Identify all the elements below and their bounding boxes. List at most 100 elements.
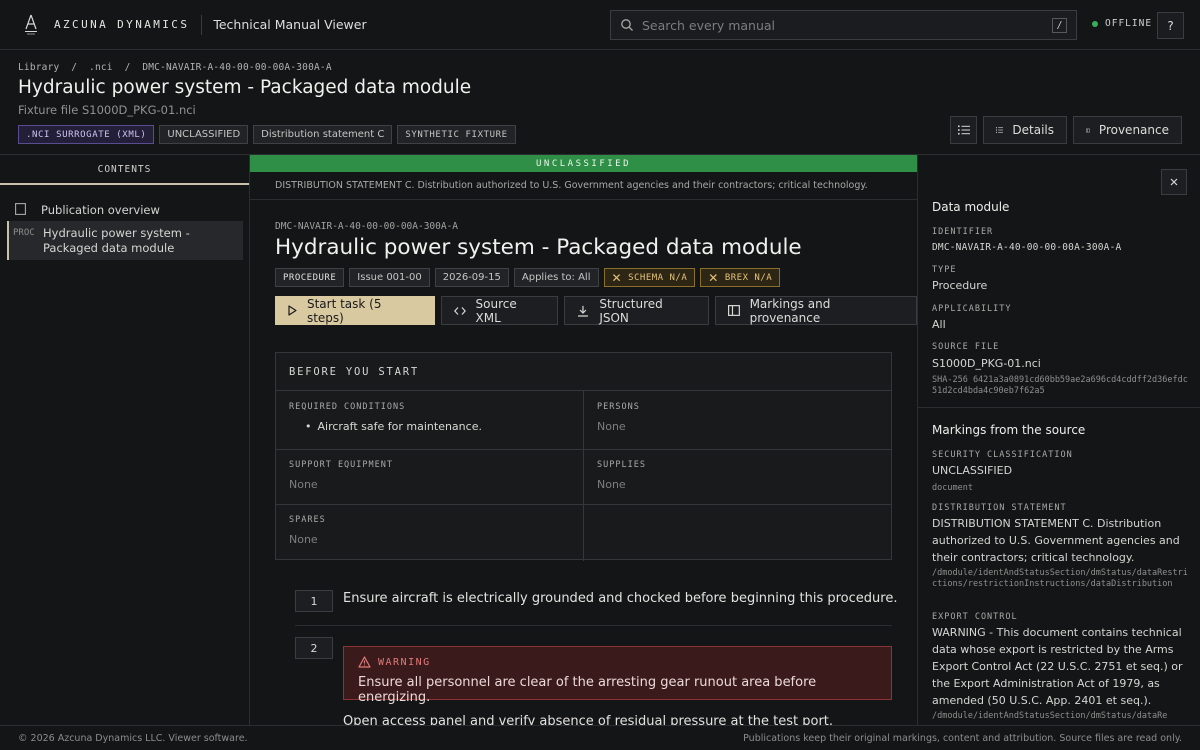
x-icon: ✕ <box>611 270 623 285</box>
source-file-value: S1000D_PKG-01.nci <box>932 357 1041 370</box>
sidebar-item-procedure[interactable]: PROC Hydraulic power system - Packaged d… <box>7 221 243 260</box>
warning-callout: WARNING Ensure all personnel are clear o… <box>343 646 892 705</box>
proc-tag: PROC <box>13 228 35 238</box>
support-equipment-cell: SUPPORT EQUIPMENT None <box>276 449 406 502</box>
play-icon <box>288 305 297 316</box>
cell-value: None <box>597 420 626 433</box>
start-task-button[interactable]: Start task (5 steps) <box>275 296 435 325</box>
brex-badge: ✕ BREX N/A <box>700 268 781 287</box>
dmc-code: DMC-NAVAIR-A-40-00-00-00A-300A-A <box>275 221 459 232</box>
search-shortcut-key: / <box>1052 17 1067 33</box>
cell-label: SUPPLIES <box>597 460 646 470</box>
module-badges: PROCEDURE Issue 001-00 2026-09-15 Applie… <box>275 268 781 287</box>
search-icon <box>621 19 633 31</box>
supplies-cell: SUPPLIES None <box>584 449 659 502</box>
main-content: UNCLASSIFIED DISTRIBUTION STATEMENT C. D… <box>250 155 917 725</box>
schema-badge-label: SCHEMA N/A <box>628 272 688 283</box>
markings-provenance-label: Markings and provenance <box>749 296 831 325</box>
markings-provenance-button[interactable]: Markings and provenance <box>714 296 917 325</box>
details-panel: Data module IDENTIFIER DMC-NAVAIR-A-40-0… <box>917 155 1200 725</box>
list-view-button[interactable] <box>950 116 977 144</box>
cell-label: SPARES <box>289 515 326 525</box>
step-number: 1 <box>295 590 333 612</box>
applicability-label: APPLICABILITY <box>932 304 1012 314</box>
date-badge: 2026-09-15 <box>434 268 509 287</box>
distribution-value: DISTRIBUTION STATEMENT C. Distribution a… <box>932 517 1180 564</box>
export-value: WARNING - This document contains technic… <box>932 626 1183 707</box>
cell-value: None <box>597 478 626 491</box>
export-label: EXPORT CONTROL <box>932 612 1018 622</box>
page-badges: .NCI SURROGATE (XML) UNCLASSIFIED Distri… <box>18 125 516 144</box>
bookmark-icon <box>7 202 41 218</box>
before-you-start-heading: BEFORE YOU START <box>276 353 891 391</box>
page-title: Hydraulic power system - Packaged data m… <box>18 77 472 98</box>
azcuna-logo[interactable] <box>20 12 42 38</box>
classification-badge: UNCLASSIFIED <box>159 125 249 144</box>
brand-name: AZCUNA DYNAMICS <box>54 18 190 31</box>
security-label: SECURITY CLASSIFICATION <box>932 450 1073 460</box>
cell-value: None <box>289 533 318 546</box>
panel-icon <box>727 305 740 316</box>
source-xml-button[interactable]: Source XML <box>440 296 559 325</box>
distribution-label: DISTRIBUTION STATEMENT <box>932 503 1067 513</box>
breadcrumb: Library / .nci / DMC-NAVAIR-A-40-00-00-0… <box>18 62 332 73</box>
security-value: UNCLASSIFIED <box>932 464 1013 477</box>
warning-title-label: WARNING <box>378 656 431 668</box>
sidebar-tab-contents[interactable]: CONTENTS <box>0 155 249 185</box>
breadcrumb-item-nci[interactable]: .nci <box>89 62 113 73</box>
provenance-button-label: Provenance <box>1098 123 1169 137</box>
bullet-icon: • <box>305 420 312 433</box>
spares-cell: SPARES None <box>276 504 339 557</box>
applicability-value: All <box>932 318 946 331</box>
contents-sidebar: CONTENTS Publication overview PROC Hydra… <box>0 155 250 725</box>
connection-status: OFFLINE <box>1092 18 1152 29</box>
type-value: Procedure <box>932 279 988 292</box>
source-xml-label: Source XML <box>475 296 517 325</box>
distribution-badge: Distribution statement C <box>253 125 393 144</box>
close-icon <box>1170 178 1178 186</box>
close-panel-button[interactable] <box>1161 169 1187 195</box>
header-actions-2: Details <box>983 116 1067 144</box>
distribution-banner: DISTRIBUTION STATEMENT C. Distribution a… <box>250 172 917 200</box>
code-icon <box>453 306 466 315</box>
module-actions: Start task (5 steps) Source XML Structur… <box>275 296 917 325</box>
sidebar-item-overview[interactable]: Publication overview <box>7 200 243 220</box>
top-bar: AZCUNA DYNAMICS Technical Manual Viewer … <box>0 0 1200 50</box>
format-badge: .NCI SURROGATE (XML) <box>18 125 155 144</box>
data-module-heading: Data module <box>932 200 1010 214</box>
footer-notice: Publications keep their original marking… <box>743 732 1182 744</box>
cell-label: SUPPORT EQUIPMENT <box>289 460 393 470</box>
breadcrumb-item-library[interactable]: Library <box>18 62 59 73</box>
details-button[interactable]: Details <box>983 116 1067 144</box>
app-title: Technical Manual Viewer <box>213 17 367 32</box>
before-you-start-panel: BEFORE YOU START REQUIRED CONDITIONS • Ai… <box>275 352 892 561</box>
warning-text: Ensure all personnel are clear of the ar… <box>358 675 817 705</box>
cell-value: None <box>289 478 318 491</box>
structured-json-button[interactable]: Structured JSON <box>564 296 709 325</box>
start-task-label: Start task (5 steps) <box>306 296 382 325</box>
identifier-value: DMC-NAVAIR-A-40-00-00-00A-300A-A <box>932 242 1122 253</box>
required-condition-text: Aircraft safe for maintenance. <box>317 420 482 433</box>
provenance-button[interactable]: Provenance <box>1073 116 1182 144</box>
search-box[interactable]: / <box>610 10 1077 40</box>
divider <box>201 14 203 35</box>
schema-badge: ✕ SCHEMA N/A <box>603 268 696 287</box>
breadcrumb-item-current: DMC-NAVAIR-A-40-00-00-00A-300A-A <box>142 62 332 73</box>
markings-heading: Markings from the source <box>932 423 1086 437</box>
panel-icon <box>1086 128 1090 132</box>
header-actions <box>950 116 977 144</box>
header-actions-3: Provenance <box>1073 116 1182 144</box>
cell-label: PERSONS <box>597 402 640 412</box>
divider <box>276 504 891 505</box>
fixture-badge: SYNTHETIC FIXTURE <box>397 125 516 144</box>
x-icon: ✕ <box>708 270 719 285</box>
cell-label: REQUIRED CONDITIONS <box>289 402 406 412</box>
status-label: OFFLINE <box>1105 18 1153 29</box>
identifier-label: IDENTIFIER <box>932 227 994 237</box>
details-icon <box>996 127 1004 133</box>
required-condition-item: • Aircraft safe for maintenance. <box>289 420 482 433</box>
search-input[interactable] <box>642 17 1052 33</box>
help-button[interactable]: ? <box>1157 12 1184 39</box>
applicability-badge: Applies to: All <box>513 268 599 287</box>
module-title: Hydraulic power system - Packaged data m… <box>275 235 802 260</box>
